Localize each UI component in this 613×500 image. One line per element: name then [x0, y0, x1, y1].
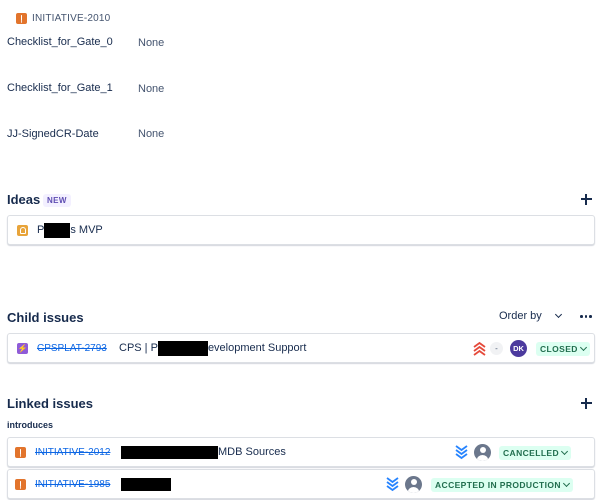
child-issue-key-link[interactable]: CPSPLAT-2793: [37, 343, 109, 354]
linked-issues-heading: Linked issues: [7, 396, 93, 411]
linked-issue-summary[interactable]: [121, 477, 171, 491]
order-by-dropdown[interactable]: Order by: [499, 310, 562, 322]
redacted-block: [157, 340, 208, 356]
breadcrumb[interactable]: INITIATIVE-2010: [16, 11, 110, 25]
chevron-down-icon: [560, 447, 569, 456]
subtask-icon: ⚡: [17, 342, 28, 354]
order-by-label: Order by: [499, 310, 542, 322]
status-dropdown-cancelled[interactable]: CANCELLED: [499, 446, 572, 460]
idea-summary[interactable]: P s MVP: [37, 222, 103, 238]
status-dropdown-accepted[interactable]: ACCEPTED IN PRODUCTION: [431, 478, 573, 492]
initiative-icon: [15, 446, 26, 458]
story-points-estimate[interactable]: -: [490, 342, 503, 355]
priority-lowest-icon: [455, 445, 468, 463]
ideas-heading: Ideas: [7, 192, 41, 207]
more-options-button[interactable]: [580, 315, 592, 318]
redacted-block: [44, 222, 71, 238]
idea-card[interactable]: P s MVP: [7, 215, 595, 245]
chevron-down-icon: [554, 310, 562, 319]
child-issue-row[interactable]: ⚡ CPSPLAT-2793 CPS | P evelopment Suppor…: [7, 333, 595, 363]
child-issue-summary[interactable]: CPS | P evelopment Support: [119, 340, 306, 356]
avatar[interactable]: [474, 444, 491, 461]
add-linked-issue-button[interactable]: [578, 395, 594, 411]
field-value-checklist-gate-0[interactable]: None: [138, 37, 164, 49]
field-label-checklist-gate-0: Checklist_for_Gate_0: [7, 36, 113, 48]
initiative-icon: [15, 478, 26, 490]
initiative-icon: [16, 12, 27, 24]
field-label-checklist-gate-1: Checklist_for_Gate_1: [7, 82, 113, 94]
avatar[interactable]: [405, 476, 422, 493]
breadcrumb-issue-key[interactable]: INITIATIVE-2010: [32, 13, 110, 24]
avatar[interactable]: DK: [510, 340, 527, 357]
field-label-signed-cr-date: JJ-SignedCR-Date: [7, 128, 99, 140]
priority-lowest-icon: [386, 477, 399, 495]
linked-issue-key-link[interactable]: INITIATIVE-2012: [35, 447, 111, 458]
redacted-block: [121, 477, 171, 491]
field-value-signed-cr-date[interactable]: None: [138, 128, 164, 140]
add-idea-button[interactable]: [578, 191, 594, 207]
new-badge: NEW: [43, 194, 71, 207]
link-type-label: introduces: [7, 420, 54, 430]
chevron-down-icon: [562, 479, 570, 488]
priority-highest-icon: [473, 341, 486, 359]
idea-icon: [17, 224, 28, 236]
field-value-checklist-gate-1[interactable]: None: [138, 83, 164, 95]
child-issues-heading: Child issues: [7, 310, 84, 325]
status-dropdown-closed[interactable]: CLOSED: [536, 342, 590, 356]
redacted-block: [121, 445, 218, 459]
linked-issue-row[interactable]: INITIATIVE-2012 MDB Sources CANCELLED: [7, 437, 595, 467]
linked-issue-key-link[interactable]: INITIATIVE-1985: [35, 479, 111, 490]
chevron-down-icon: [579, 343, 587, 352]
linked-issue-row[interactable]: INITIATIVE-1985 ACCEPTED IN PRODUCTION: [7, 469, 595, 499]
linked-issue-summary[interactable]: MDB Sources: [121, 445, 286, 459]
